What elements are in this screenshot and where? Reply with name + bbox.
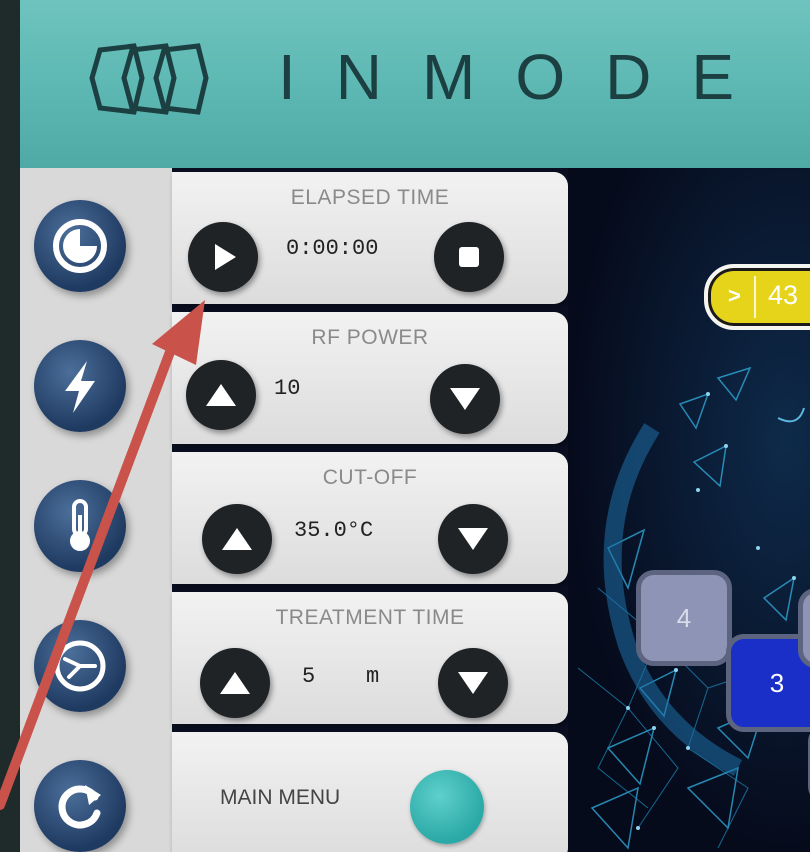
play-button[interactable] [188, 222, 258, 292]
arrow-up-icon [222, 528, 252, 550]
elapsed-time-value: 0:00:00 [286, 236, 379, 261]
treatment-time-unit: m [366, 664, 380, 689]
rf-power-value: 10 [274, 376, 301, 401]
elapsed-time-panel: ELAPSED TIME 0:00:00 [172, 172, 568, 304]
inmode-logo-icon [89, 43, 209, 115]
arrow-up-icon [220, 672, 250, 694]
arrow-down-icon [450, 388, 480, 410]
treatment-graphic: > 43 4 3 [568, 168, 810, 852]
treatment-time-value: 5 [302, 664, 316, 689]
zone-tile-partial[interactable] [798, 588, 810, 668]
rf-power-panel: RF POWER 10 [172, 312, 568, 444]
treatment-time-panel: TREATMENT TIME 5 m [172, 592, 568, 724]
timer-icon[interactable] [34, 620, 126, 712]
clock-icon[interactable] [34, 200, 126, 292]
zone-tile-4[interactable]: 4 [636, 570, 732, 666]
cut-off-value: 35.0°C [294, 518, 374, 543]
device-screen: INMODE ELAPSED TIME 0:00:00 RF POWER 10 … [20, 0, 810, 852]
indicator-separator [754, 276, 756, 318]
indicator-chevron: > [728, 283, 741, 308]
cut-off-down-button[interactable] [438, 504, 508, 574]
play-icon [215, 244, 236, 270]
zone-tile-label: 4 [676, 602, 692, 633]
main-menu-panel[interactable]: MAIN MENU [172, 732, 568, 852]
zone-tile-label: 3 [769, 667, 785, 698]
main-menu-label: MAIN MENU [220, 786, 341, 809]
elapsed-time-title: ELAPSED TIME [290, 186, 450, 209]
side-icon-column [20, 168, 172, 852]
stop-button[interactable] [434, 222, 504, 292]
arrow-down-icon [458, 672, 488, 694]
header-bar: INMODE [20, 0, 810, 168]
stop-icon [459, 247, 479, 267]
refresh-icon[interactable] [34, 760, 126, 852]
cut-off-title: CUT-OFF [322, 466, 418, 489]
treatment-time-title: TREATMENT TIME [275, 606, 465, 629]
rf-power-up-button[interactable] [186, 360, 256, 430]
thermometer-icon[interactable] [34, 480, 126, 572]
arrow-down-icon [458, 528, 488, 550]
cut-off-up-button[interactable] [202, 504, 272, 574]
lightning-icon[interactable] [34, 340, 126, 432]
main-menu-button[interactable] [410, 770, 484, 844]
arrow-up-icon [206, 384, 236, 406]
cut-off-panel: CUT-OFF 35.0°C [172, 452, 568, 584]
treatment-time-down-button[interactable] [438, 648, 508, 718]
rf-power-title: RF POWER [311, 326, 429, 349]
rf-power-down-button[interactable] [430, 364, 500, 434]
indicator-value: 43 [768, 280, 799, 310]
treatment-time-up-button[interactable] [200, 648, 270, 718]
brand-name: INMODE [278, 41, 774, 113]
status-indicator: > 43 [704, 264, 810, 330]
